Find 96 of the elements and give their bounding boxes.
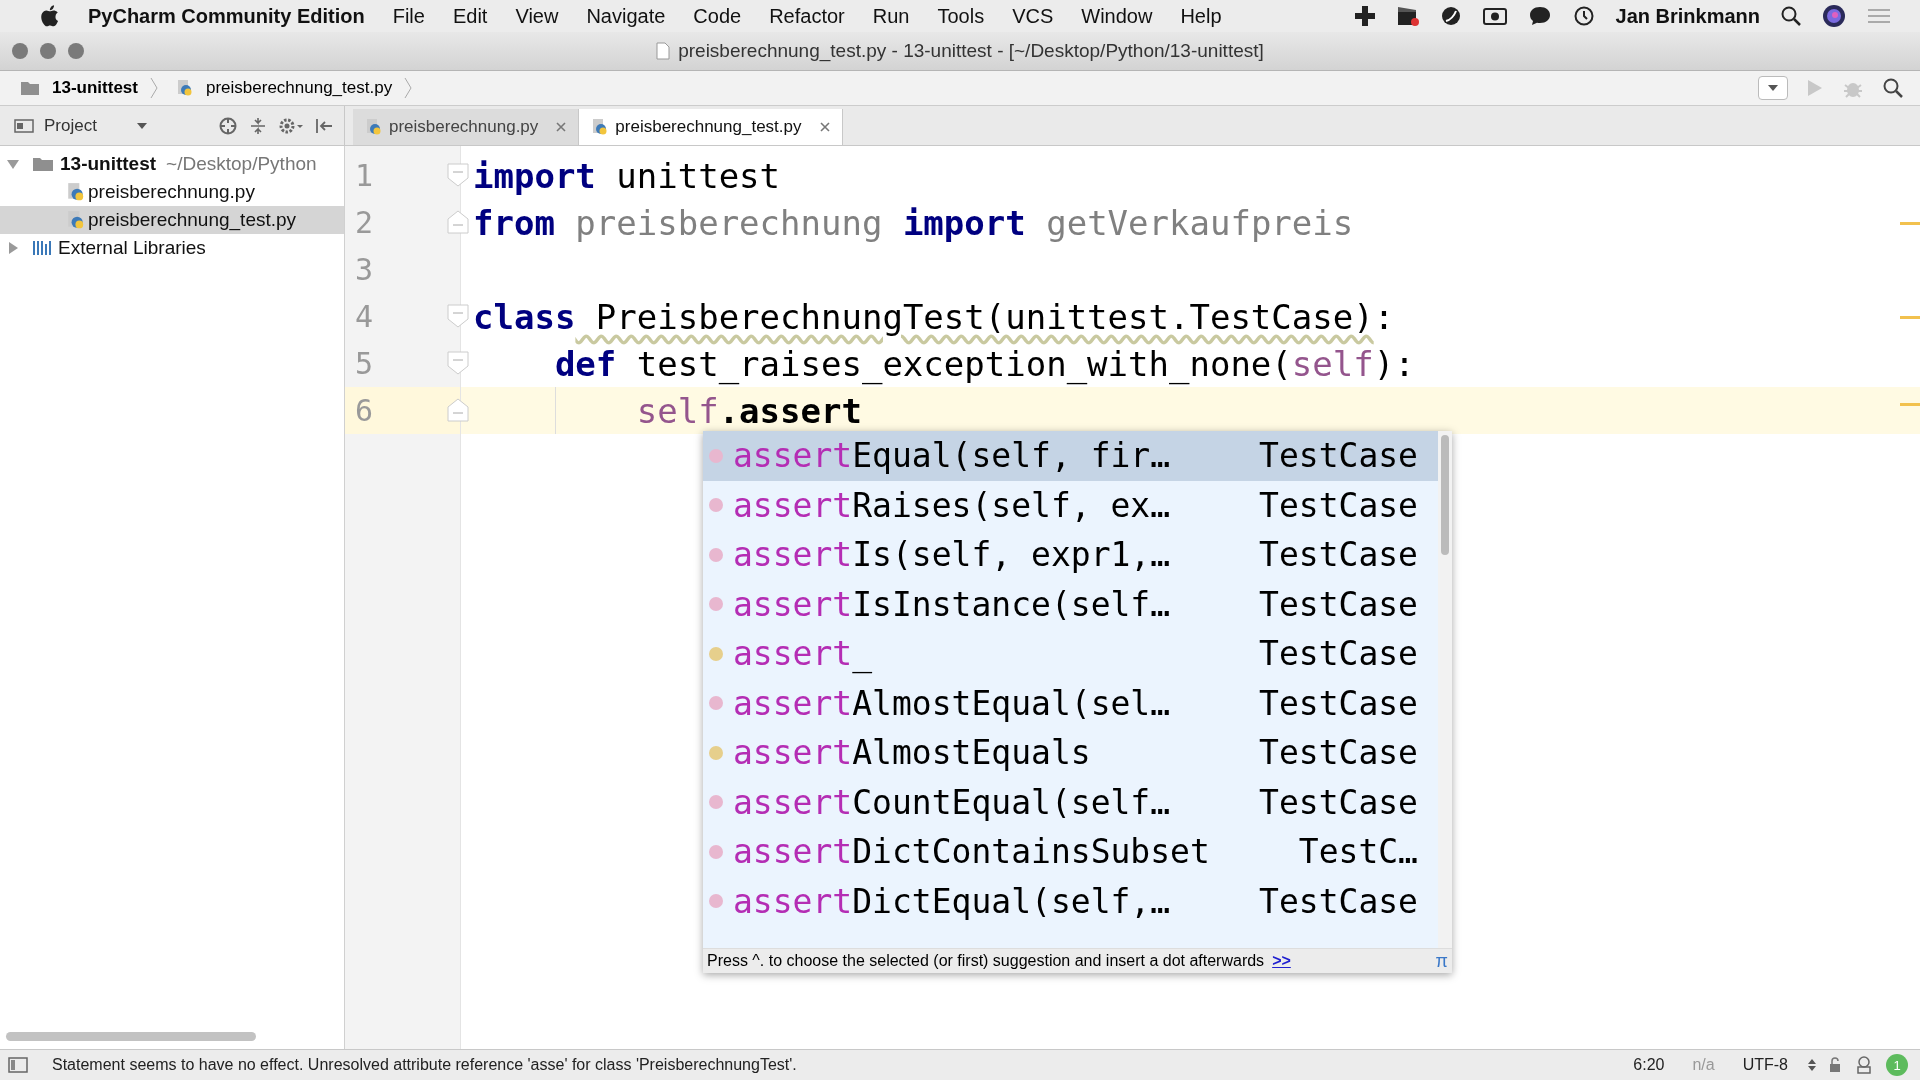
menu-item[interactable]: Window bbox=[1081, 4, 1153, 28]
editor-tab[interactable]: preisberechnung_test.py bbox=[579, 109, 843, 145]
panel-toggle-icon[interactable] bbox=[8, 1056, 28, 1074]
close-icon[interactable] bbox=[556, 122, 567, 132]
caret-position[interactable]: 6:20 bbox=[1633, 1056, 1665, 1074]
breadcrumb[interactable]: 13-unittest bbox=[52, 78, 138, 98]
pi-button[interactable]: π bbox=[1435, 950, 1448, 972]
method-icon bbox=[709, 894, 723, 909]
plus-icon[interactable] bbox=[1353, 5, 1376, 27]
menu-item[interactable]: File bbox=[392, 4, 425, 28]
collapse-arrow-icon[interactable] bbox=[6, 157, 20, 171]
folder-icon bbox=[20, 80, 40, 96]
menu-item[interactable]: VCS bbox=[1012, 4, 1054, 28]
folder-icon bbox=[32, 156, 54, 172]
field-icon bbox=[709, 646, 723, 661]
minimize-button[interactable] bbox=[40, 43, 56, 59]
menu-item[interactable]: Navigate bbox=[586, 4, 666, 28]
python-file-icon bbox=[175, 79, 194, 97]
line-number: 1 bbox=[355, 158, 374, 193]
panel-icon bbox=[14, 117, 34, 134]
line-number: 5 bbox=[355, 346, 374, 381]
editor-tab[interactable]: preisberechnung.py bbox=[353, 109, 580, 145]
caret-icon[interactable] bbox=[136, 121, 147, 130]
menu-item[interactable]: Refactor bbox=[769, 4, 845, 28]
camera-icon[interactable] bbox=[1481, 5, 1508, 27]
menu-item[interactable]: Help bbox=[1180, 4, 1222, 28]
chat-icon[interactable] bbox=[1527, 5, 1552, 27]
library-icon bbox=[32, 239, 52, 257]
completion-item[interactable]: assertCountEqual(self… TestCase bbox=[703, 777, 1438, 827]
method-icon bbox=[709, 597, 723, 612]
method-icon bbox=[709, 696, 723, 711]
completion-item[interactable]: assertEqual(self, fir… TestCase bbox=[703, 431, 1438, 481]
target-icon[interactable] bbox=[218, 115, 238, 136]
file-encoding[interactable]: UTF-8 bbox=[1742, 1056, 1788, 1074]
code-line: def test_raises_exception_with_none(self): bbox=[554, 343, 1415, 384]
menu-item[interactable]: Edit bbox=[452, 4, 488, 28]
code-line: from preisberechnung import getVerkaufpreis bbox=[473, 202, 1354, 243]
method-icon bbox=[709, 547, 723, 562]
siri-icon[interactable] bbox=[1822, 4, 1846, 28]
completion-item[interactable]: assertAlmostEqual(sel… TestCase bbox=[703, 678, 1438, 728]
completion-item[interactable]: assertIs(self, expr1,… TestCase bbox=[703, 530, 1438, 580]
code-line: import unittest bbox=[473, 155, 781, 196]
python-file-icon bbox=[66, 182, 86, 202]
menu-item[interactable]: Code bbox=[693, 4, 742, 28]
completion-item[interactable]: assertDictEqual(self,… TestCase bbox=[703, 876, 1438, 926]
code-line: self.assert bbox=[636, 390, 862, 431]
menu-item[interactable]: Run bbox=[872, 4, 910, 28]
caret-icon bbox=[1767, 84, 1779, 92]
window-title: preisberechnung_test.py - 13-unittest - [~/Desktop/Python/13-unittest] bbox=[678, 40, 1264, 62]
close-button[interactable] bbox=[12, 43, 28, 59]
run-config-dropdown[interactable] bbox=[1758, 76, 1788, 100]
line-number: 4 bbox=[355, 299, 374, 334]
line-number: 6 bbox=[355, 393, 374, 428]
completion-item[interactable]: assert_ TestCase bbox=[703, 629, 1438, 679]
breadcrumb[interactable]: preisberechnung_test.py bbox=[205, 78, 393, 98]
completion-item[interactable]: assertIsInstance(self… TestCase bbox=[703, 579, 1438, 629]
field-icon bbox=[709, 745, 723, 760]
method-icon bbox=[709, 795, 723, 810]
tree-item[interactable]: External Libraries bbox=[0, 234, 344, 262]
completion-item[interactable]: assertDictContainsSubset TestC… bbox=[703, 827, 1438, 877]
tree-item[interactable]: 13-unittest ~/Desktop/Python bbox=[0, 150, 344, 178]
scrollbar[interactable] bbox=[1438, 431, 1452, 948]
file-icon bbox=[656, 42, 671, 60]
method-icon bbox=[709, 448, 723, 463]
clapperboard-icon[interactable] bbox=[1395, 5, 1420, 27]
scrollbar[interactable] bbox=[6, 1032, 256, 1041]
python-file-icon bbox=[365, 118, 383, 136]
updown-icon[interactable] bbox=[1808, 1058, 1816, 1072]
more-link[interactable]: >> bbox=[1272, 952, 1291, 970]
completion-item[interactable]: assertRaises(self, ex… TestCase bbox=[703, 480, 1438, 530]
status-message: Statement seems to have no effect. Unresolved attribute reference 'asse' for class 'PreisberechnungTest'. bbox=[52, 1056, 797, 1074]
tree-item[interactable]: preisberechnung_test.py bbox=[0, 206, 344, 234]
method-icon bbox=[709, 498, 723, 513]
expand-arrow-icon[interactable] bbox=[6, 241, 20, 255]
code-line: class PreisberechnungTest(unittest.TestCase): bbox=[473, 296, 1395, 337]
python-file-icon bbox=[66, 210, 86, 230]
zoom-button[interactable] bbox=[68, 43, 84, 59]
app-name[interactable]: PyCharm Community Edition bbox=[88, 4, 365, 28]
user-name[interactable]: Jan Brinkmann bbox=[1615, 4, 1760, 28]
collapse-icon[interactable] bbox=[248, 115, 268, 136]
menu-item[interactable]: Tools bbox=[937, 4, 985, 28]
search-icon[interactable] bbox=[1780, 5, 1802, 27]
method-icon bbox=[709, 844, 723, 859]
tree-item[interactable]: preisberechnung.py bbox=[0, 178, 344, 206]
apple-icon[interactable] bbox=[40, 5, 60, 27]
chevron-icon bbox=[404, 77, 413, 99]
project-view-selector[interactable]: Project bbox=[44, 115, 97, 136]
chevron-icon bbox=[149, 77, 158, 99]
line-number: 3 bbox=[355, 252, 374, 287]
close-icon[interactable] bbox=[819, 122, 830, 132]
completion-hint: Press ^. to choose the selected (or first) suggestion and insert a dot afterwards bbox=[707, 952, 1265, 970]
search-icon[interactable] bbox=[1882, 77, 1904, 99]
menu-item[interactable]: View bbox=[515, 4, 559, 28]
line-number: 2 bbox=[355, 205, 374, 240]
completion-item[interactable]: assertAlmostEquals TestCase bbox=[703, 728, 1438, 778]
lock-icon[interactable] bbox=[1828, 1057, 1842, 1073]
